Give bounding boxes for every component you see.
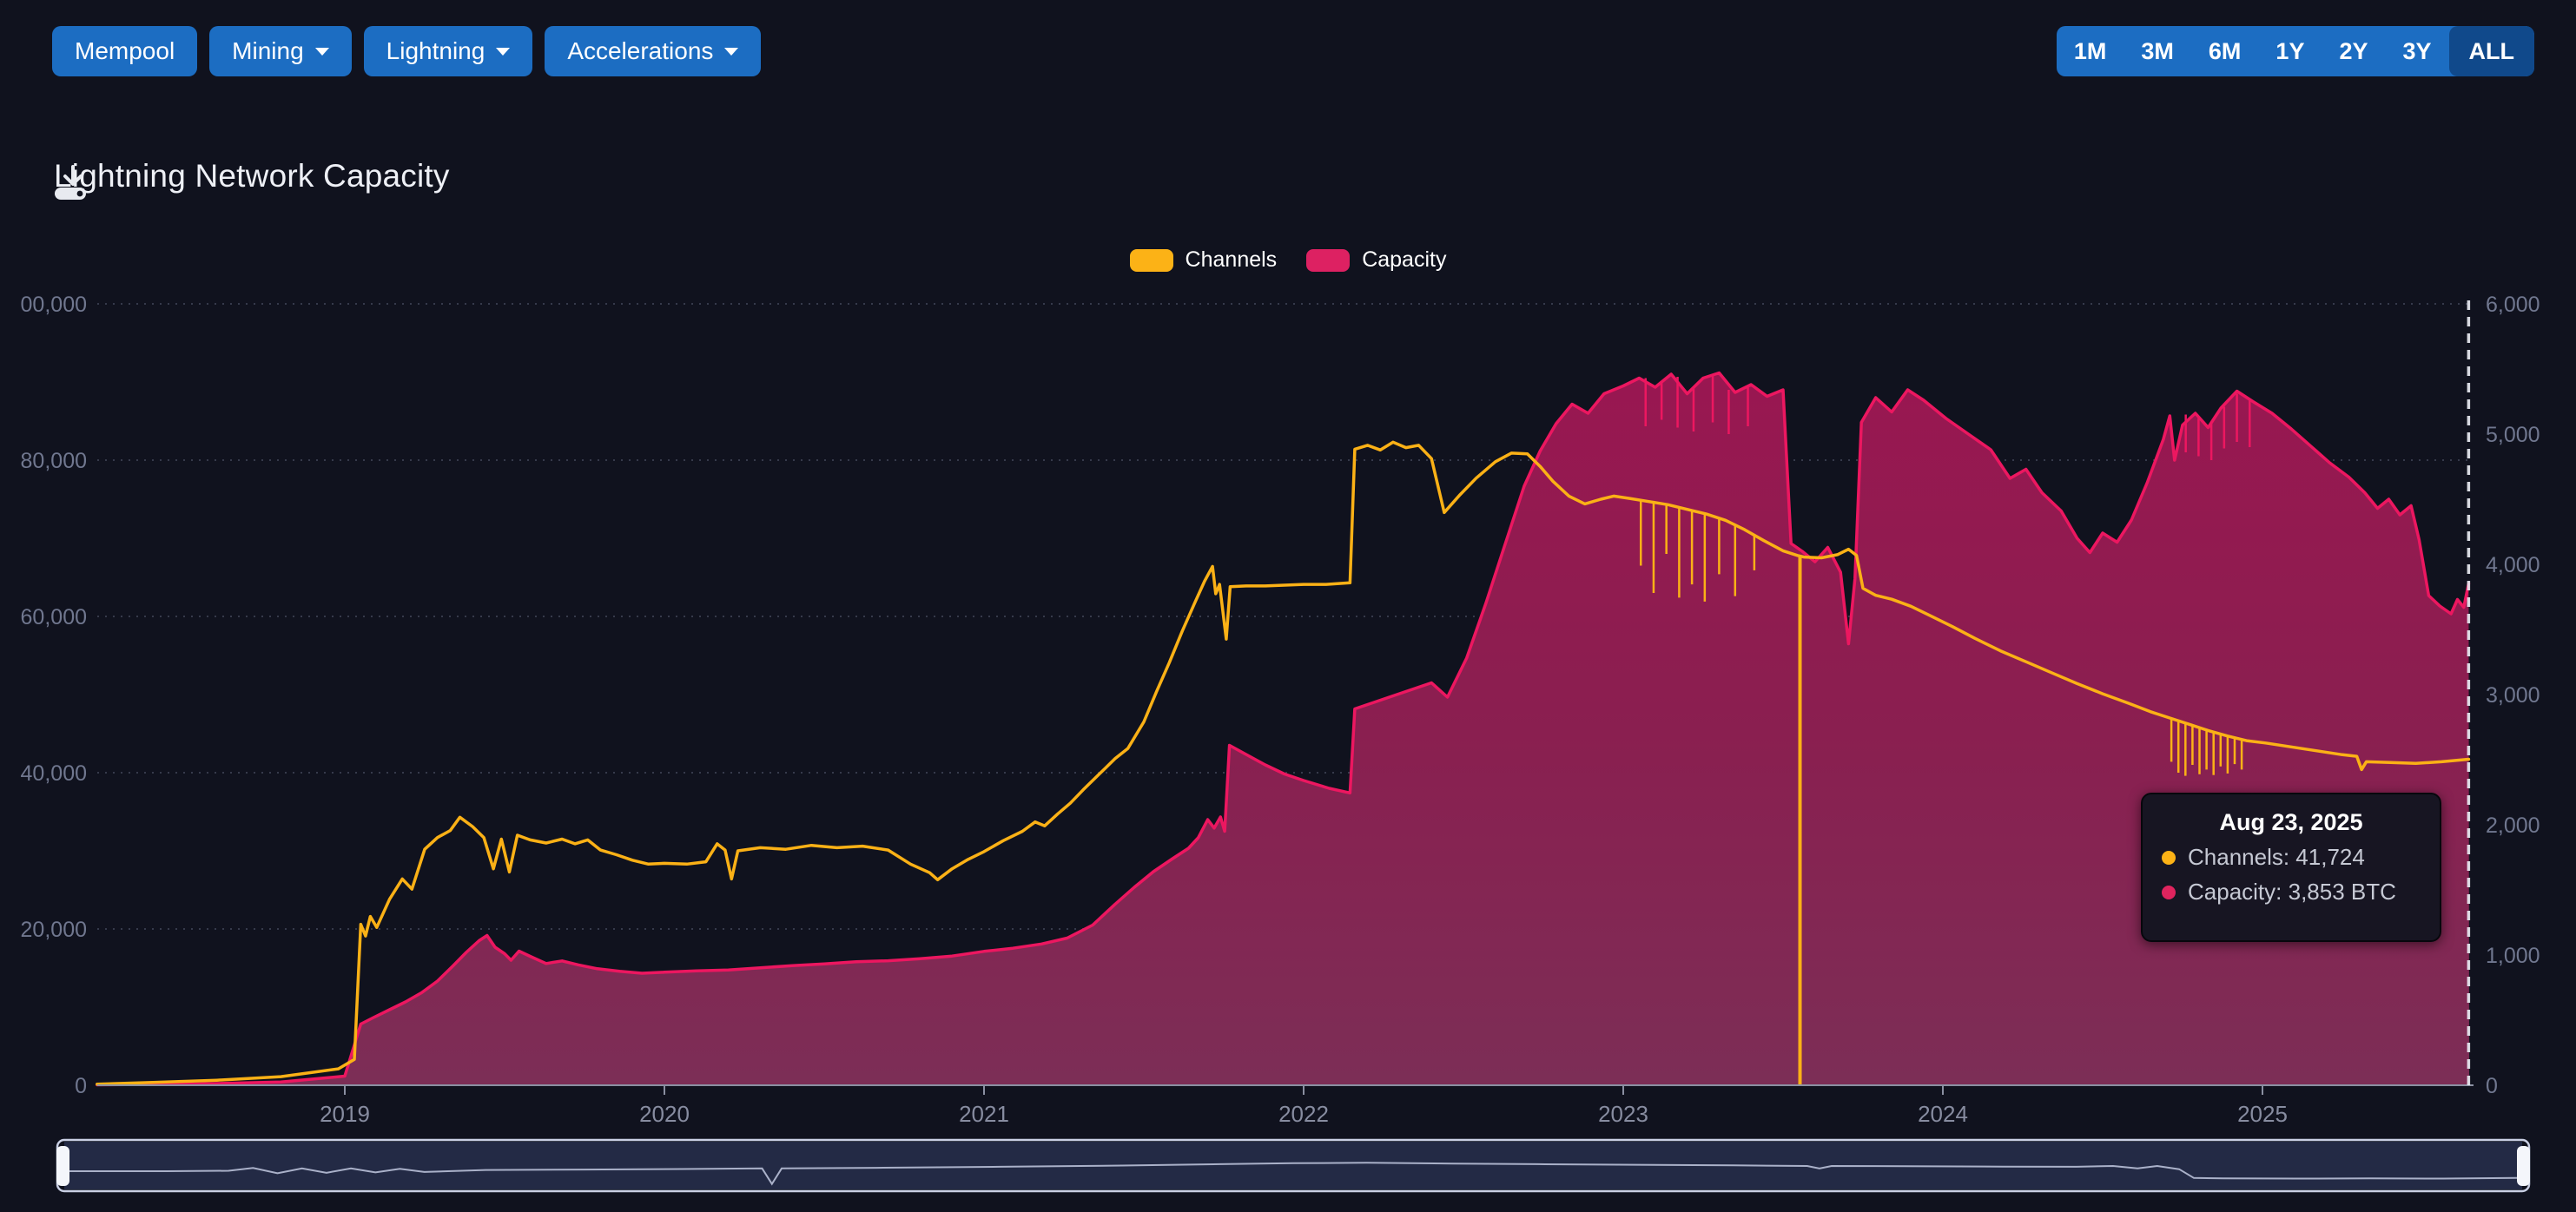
x-axis-ticks: [345, 1085, 2262, 1095]
svg-text:2,000: 2,000: [2486, 813, 2540, 838]
tooltip-channels-value: Channels: 41,724: [2188, 844, 2365, 871]
y-axis-left-labels: 00,000 80,000 60,000 40,000 20,000 0: [21, 293, 87, 1098]
chart-tooltip: Aug 23, 2025 Channels: 41,724 Capacity: …: [2141, 793, 2441, 942]
svg-text:2019: 2019: [320, 1101, 370, 1127]
minimap-handle-left[interactable]: [56, 1146, 69, 1186]
tooltip-row-capacity: Capacity: 3,853 BTC: [2162, 879, 2440, 906]
svg-text:00,000: 00,000: [21, 293, 87, 317]
svg-text:2021: 2021: [959, 1101, 1009, 1127]
svg-text:2024: 2024: [1918, 1101, 1968, 1127]
page: Mempool Mining Lightning Accelerations 1…: [0, 0, 2576, 1212]
tooltip-date: Aug 23, 2025: [2143, 809, 2440, 836]
x-axis-labels: 2019 2020 2021 2022 2023 2024 2025: [320, 1101, 2288, 1127]
svg-text:5,000: 5,000: [2486, 423, 2540, 447]
minimap-handle-right[interactable]: [2517, 1146, 2530, 1186]
svg-text:80,000: 80,000: [21, 449, 87, 473]
svg-text:0: 0: [75, 1074, 87, 1098]
svg-text:2023: 2023: [1598, 1101, 1648, 1127]
channels-dot-icon: [2162, 851, 2176, 865]
capacity-dot-icon: [2162, 886, 2176, 899]
minimap-window: [64, 1142, 2522, 1189]
svg-text:2025: 2025: [2237, 1101, 2288, 1127]
svg-text:4,000: 4,000: [2486, 553, 2540, 577]
svg-text:1,000: 1,000: [2486, 944, 2540, 968]
svg-text:3,000: 3,000: [2486, 683, 2540, 708]
y-axis-right-labels: 6,000 5,000 4,000 3,000 2,000 1,000 0: [2486, 293, 2540, 1098]
svg-text:20,000: 20,000: [21, 918, 87, 942]
tooltip-capacity-value: Capacity: 3,853 BTC: [2188, 879, 2396, 906]
tooltip-row-channels: Channels: 41,724: [2162, 844, 2440, 871]
svg-text:2020: 2020: [639, 1101, 690, 1127]
svg-text:0: 0: [2486, 1074, 2498, 1098]
svg-text:6,000: 6,000: [2486, 293, 2540, 317]
svg-text:2022: 2022: [1278, 1101, 1329, 1127]
svg-text:40,000: 40,000: [21, 761, 87, 786]
svg-text:60,000: 60,000: [21, 605, 87, 629]
capacity-area: [97, 373, 2469, 1085]
capacity-chart-canvas[interactable]: 2019 2020 2021 2022 2023 2024 2025 00,000 80,000…: [0, 0, 2576, 1212]
